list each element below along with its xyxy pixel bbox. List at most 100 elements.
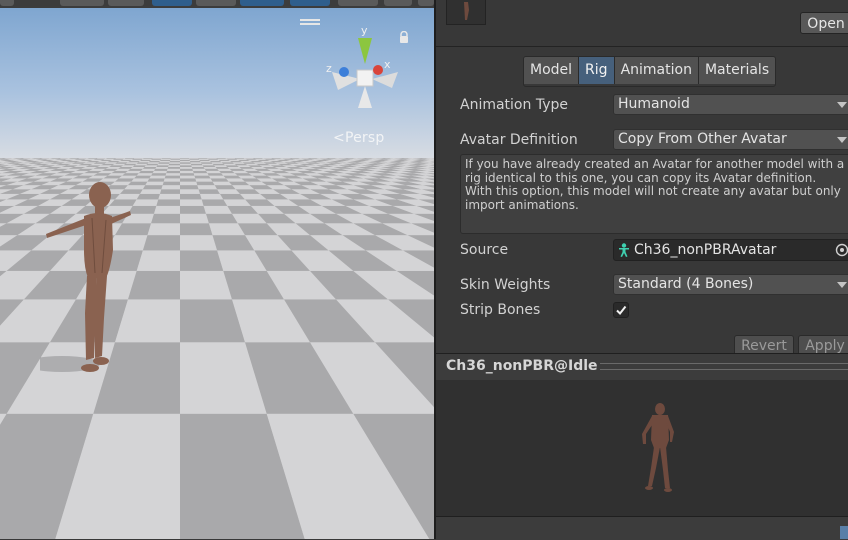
ground-tile [189,158,199,159]
help-text: If you have already created an Avatar fo… [465,157,845,212]
ground-tile [136,250,180,271]
character-head [89,182,111,208]
ground-tile [211,162,224,164]
ground-tile [142,158,153,159]
preview-header[interactable]: Ch36_nonPBR@Idle [436,353,848,381]
ground-tile [156,199,180,206]
toolbar-button[interactable] [60,0,104,6]
ground-tile [216,158,227,159]
ground-tile [180,178,197,182]
ground-tile [180,165,192,167]
character-model[interactable] [40,178,140,383]
toolbar-toggle-button[interactable] [152,0,192,6]
ground-tile [203,205,232,214]
character-left-arm [46,218,86,238]
ground-tile [168,165,180,167]
open-button[interactable]: Open [800,12,848,34]
import-settings-tabs: Model Rig Animation Materials [523,56,777,87]
ground-tile [204,168,219,171]
ground-tile [180,199,204,206]
ground-tile [140,189,162,194]
toolbar-button[interactable] [108,0,144,6]
character-torso [84,213,113,278]
ground-tile [136,193,160,200]
ground-tile [198,158,208,159]
ground-tile [128,168,143,171]
ground-tile [191,167,205,169]
ground-tile [157,163,170,166]
ground-tile [180,250,224,271]
ground-tile [210,178,229,182]
ground-tile [191,165,204,167]
ground-tile [150,159,161,161]
gizmo-y-axis[interactable] [358,38,372,64]
ground-tile [180,163,192,166]
ground-tile [180,193,202,200]
preview-toolbar [436,516,848,540]
ground-tile [195,178,213,182]
ground-tile [201,163,214,166]
ground-tile [180,158,190,160]
ground-tile [203,167,218,169]
ground-tile [180,205,206,214]
animation-type-value: Humanoid [618,96,690,112]
toolbar-button[interactable] [338,0,378,6]
ground-tile [207,173,224,176]
toolbar-toggle-button[interactable] [240,0,284,6]
ground-tile [218,159,230,161]
ground-tile [136,162,149,164]
ground-tile [180,181,198,186]
tab-materials[interactable]: Materials [698,57,776,84]
animation-type-dropdown[interactable]: Humanoid [613,94,848,115]
object-picker-icon[interactable] [835,243,848,257]
toolbar-toggle-button[interactable] [290,0,330,6]
toolbar-button[interactable] [0,0,14,6]
toolbar-button[interactable] [384,0,412,6]
avatar-definition-dropdown[interactable]: Copy From Other Avatar [613,129,848,150]
ground-tile [200,161,212,163]
gizmo-z-axis[interactable] [339,67,349,77]
dropdown-arrow-icon [837,137,847,143]
source-object-field[interactable]: Ch36_nonPBRAvatar [613,239,848,261]
ground-tile [146,163,159,166]
ground-tile [147,223,180,236]
tab-rig[interactable]: Rig [579,57,615,84]
skin-weights-dropdown[interactable]: Standard (4 Bones) [613,274,848,295]
ground-tile [193,170,208,174]
tab-animation[interactable]: Animation [614,57,699,84]
ground-tile [134,163,148,166]
strip-bones-label: Strip Bones [460,302,541,318]
ground-tile [142,235,180,251]
toolbar-button[interactable] [418,0,434,6]
gizmo-center-cube[interactable] [356,69,374,87]
drag-handle[interactable] [600,363,848,370]
preview-character[interactable] [636,402,678,494]
ground-tile [151,173,167,176]
ground-tile [130,159,142,161]
dropdown-arrow-icon [837,282,847,288]
strip-bones-checkbox[interactable] [613,302,629,318]
camera-mode-label[interactable]: <Persp [333,130,384,146]
ground-tile [207,158,219,160]
asset-thumbnail [446,0,486,25]
tab-model[interactable]: Model [524,57,580,84]
ground-tile [180,213,209,224]
menu-icon[interactable] [300,19,320,25]
ground-tile [148,161,160,163]
toolbar-button[interactable] [196,0,236,6]
orientation-gizmo[interactable]: y x z [322,24,408,112]
ground-tile [169,161,180,163]
ground-tile [147,162,160,164]
camera-mode-text: Persp [344,130,385,146]
ground-tile [169,162,180,164]
ground-tile [180,162,191,164]
ground-tile [220,161,232,163]
ground-tile [147,178,165,182]
scene-view[interactable]: y x z <Persp [0,0,434,539]
ground-tile [132,165,147,167]
ground-tile [141,168,156,171]
gizmo-neg-y-axis[interactable] [358,86,372,108]
ground-tile [212,181,232,186]
gizmo-x-axis[interactable] [373,65,383,75]
ground-tile [200,193,224,200]
